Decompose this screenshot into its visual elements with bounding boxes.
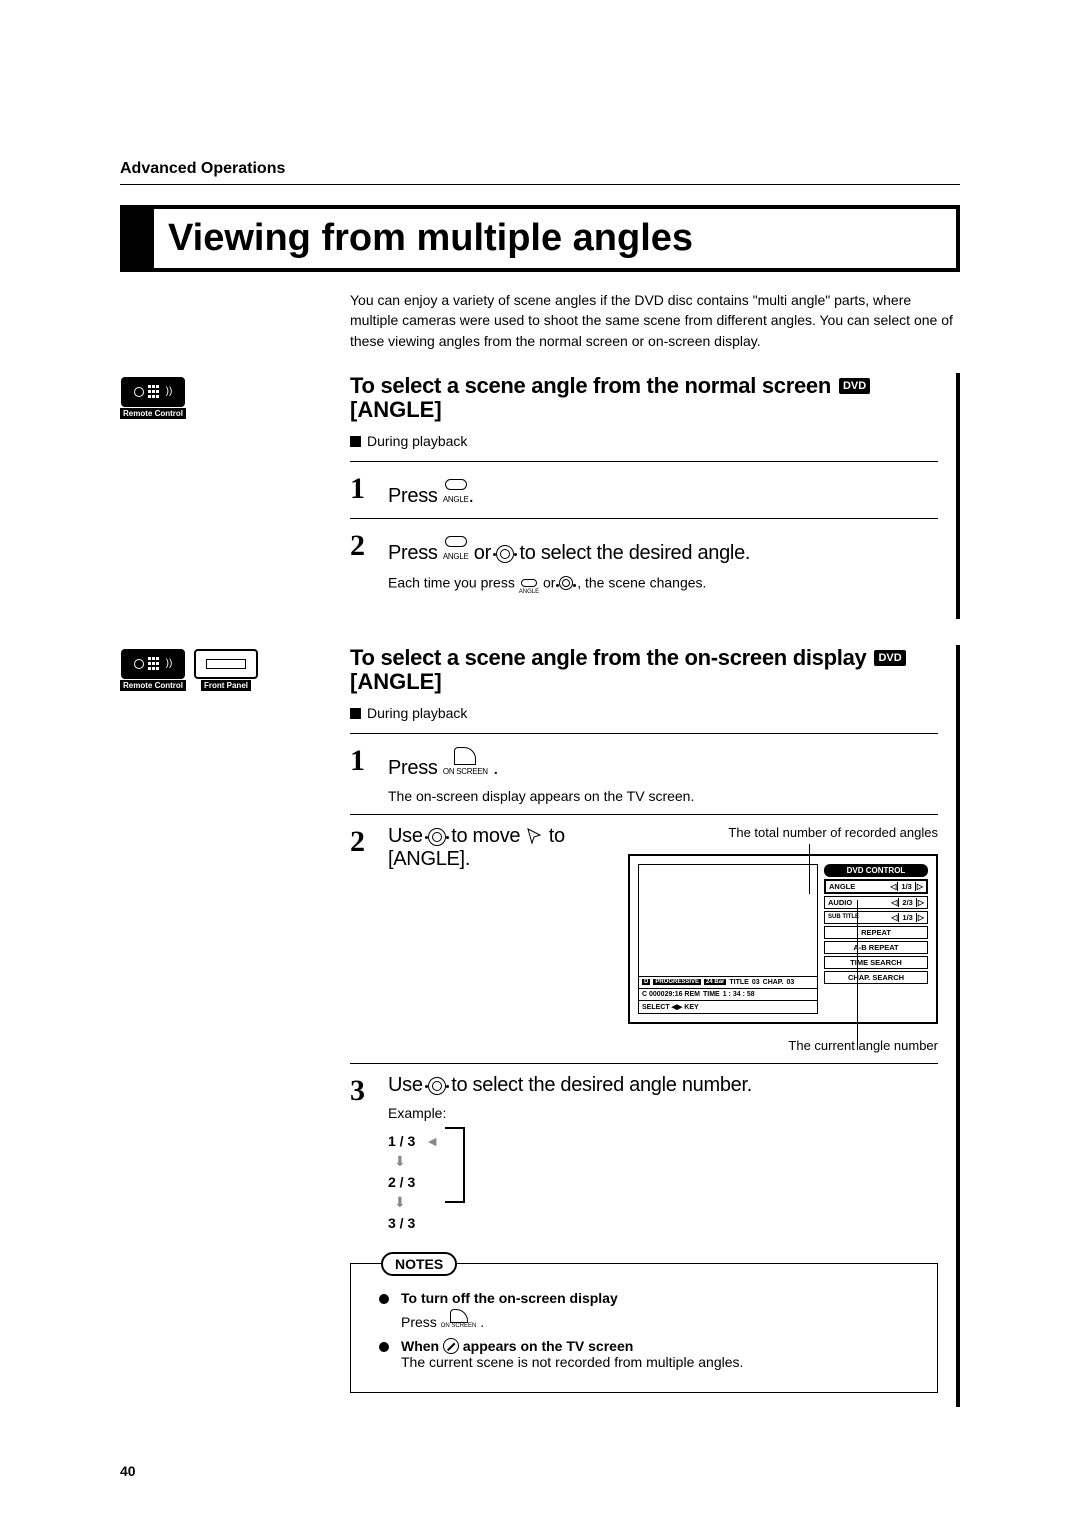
section1-step1: 1 Press ANGLE . xyxy=(350,461,938,518)
intro-paragraph: You can enjoy a variety of scene angles … xyxy=(350,290,960,351)
note-2: When appears on the TV screen The curren… xyxy=(379,1338,921,1370)
cycle-bracket xyxy=(445,1127,465,1203)
step2-sub-b: , the scene changes. xyxy=(577,575,706,591)
during-playback: During playback xyxy=(350,433,938,449)
step1-sub: The on-screen display appears on the TV … xyxy=(388,788,938,804)
step3-text-a: Use xyxy=(388,1074,428,1096)
section-normal-screen: )) Remote Control To select a scene angl… xyxy=(120,373,960,619)
section2-subheading: [ANGLE] xyxy=(350,669,938,695)
arrow-left-icon: ◄ xyxy=(425,1133,439,1149)
page-title: Viewing from multiple angles xyxy=(168,217,942,260)
onscreen-button-icon: ON SCREEN xyxy=(441,1306,477,1329)
remote-control-icon: )) Remote Control xyxy=(120,377,186,419)
tv-screen-diagram: DPROGRESSIVE24 Bar TITLE 03 CHAP. 03 C 0… xyxy=(628,854,938,1024)
step-number: 2 xyxy=(350,529,376,595)
section2-step2: 2 Use to move to [ANGLE]. The total numb… xyxy=(350,814,938,1063)
onscreen-button-icon: ON SCREEN xyxy=(443,744,488,776)
remote-control-icon: )) Remote Control xyxy=(120,649,186,691)
step2-text-a: Use xyxy=(388,825,428,847)
osd-abrepeat: A-B REPEAT xyxy=(824,941,928,954)
arrow-down-icon: ⬇ xyxy=(394,1194,433,1211)
no-angle-icon xyxy=(443,1338,459,1354)
example-label: Example: xyxy=(388,1105,446,1121)
section2-heading: To select a scene angle from the on-scre… xyxy=(350,645,866,671)
jog-dial-icon xyxy=(559,576,573,590)
osd-audio-row: AUDIO ◁2/3▷ xyxy=(824,896,928,909)
step3-text-b: to select the desired angle number. xyxy=(451,1074,752,1096)
osd-repeat: REPEAT xyxy=(824,926,928,939)
section1-step2: 2 Press ANGLE or to select the desired a… xyxy=(350,518,938,605)
step2-text-a: Press xyxy=(388,542,443,564)
example-3: 3 / 3 xyxy=(388,1215,415,1231)
step2-text-b: to select the desired angle. xyxy=(520,542,751,564)
section-header: Advanced Operations xyxy=(120,160,285,177)
section1-subheading: [ANGLE] xyxy=(350,397,938,423)
note-1: To turn off the on-screen display Press … xyxy=(379,1290,921,1330)
control-icons: )) Remote Control Front Panel xyxy=(120,645,350,691)
step1-text: Press xyxy=(388,757,443,779)
osd-chapsearch: CHAP. SEARCH xyxy=(824,971,928,984)
remote-label: Remote Control xyxy=(120,408,186,419)
osd-subtitle-row: SUB TITLE ◁1/3▷ xyxy=(824,911,928,924)
step2-sub-or: or xyxy=(543,575,559,591)
caption-total-angles: The total number of recorded angles xyxy=(598,825,938,840)
osd-timesearch: TIME SEARCH xyxy=(824,956,928,969)
dvd-badge: DVD xyxy=(839,378,870,394)
caption-current-angle: The current angle number xyxy=(598,1038,938,1053)
example-1: 1 / 3 xyxy=(388,1133,415,1149)
section-onscreen-display: )) Remote Control Front Panel To select … xyxy=(120,645,960,1407)
osd-dvd-control: DVD CONTROL xyxy=(824,864,928,877)
remote-label: Remote Control xyxy=(120,680,186,691)
page-title-block: Viewing from multiple angles xyxy=(120,205,960,272)
jog-dial-icon xyxy=(428,828,446,846)
arrow-down-icon: ⬇ xyxy=(394,1153,433,1170)
step-number: 3 xyxy=(350,1074,376,1235)
step1-text: Press xyxy=(388,485,443,507)
osd-angle-row: ANGLE ◁1/3▷ xyxy=(824,879,928,894)
notes-box: NOTES To turn off the on-screen display … xyxy=(350,1263,938,1393)
step-number: 1 xyxy=(350,472,376,508)
header-rule: Advanced Operations xyxy=(120,160,960,185)
front-panel-label: Front Panel xyxy=(201,680,251,691)
section1-heading: To select a scene angle from the normal … xyxy=(350,373,831,399)
cursor-icon xyxy=(526,827,544,845)
step2-text-b: to move xyxy=(451,825,525,847)
step2-sub-a: Each time you press xyxy=(388,575,519,591)
example-2: 2 / 3 xyxy=(388,1174,415,1190)
during-playback: During playback xyxy=(350,705,938,721)
notes-label: NOTES xyxy=(381,1252,457,1276)
angle-button-icon: ANGLE xyxy=(443,529,469,561)
angle-button-icon: ANGLE xyxy=(443,472,469,504)
step-number: 2 xyxy=(350,825,376,1053)
jog-dial-icon xyxy=(496,545,514,563)
section2-step3: 3 Use to select the desired angle number… xyxy=(350,1063,938,1245)
dvd-badge: DVD xyxy=(874,650,905,666)
angle-button-icon: ANGLE xyxy=(519,573,539,595)
jog-dial-icon xyxy=(428,1077,446,1095)
front-panel-icon: Front Panel xyxy=(194,649,258,691)
page-number: 40 xyxy=(120,1463,136,1479)
step-number: 1 xyxy=(350,744,376,804)
control-icons: )) Remote Control xyxy=(120,373,350,419)
section2-step1: 1 Press ON SCREEN . The on-screen displa… xyxy=(350,733,938,814)
